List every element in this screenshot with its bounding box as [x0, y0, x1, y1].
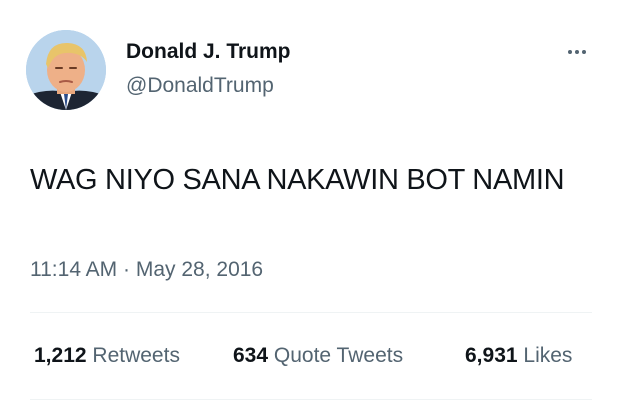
more-horizontal-icon[interactable] — [560, 38, 594, 66]
retweets-count: 1,212 — [34, 344, 87, 367]
divider — [30, 399, 592, 400]
tweet-date[interactable]: May 28, 2016 — [136, 258, 263, 281]
likes-stat[interactable]: 6,931 Likes — [465, 344, 572, 368]
more-dot — [582, 50, 586, 54]
likes-count: 6,931 — [465, 344, 518, 367]
tweet-time[interactable]: 11:14 AM — [30, 258, 117, 281]
quote-tweets-stat[interactable]: 634 Quote Tweets — [233, 344, 403, 368]
avatar[interactable] — [26, 30, 106, 110]
quote-tweets-count: 634 — [233, 344, 269, 367]
tweet-card: Donald J. Trump @DonaldTrump WAG NIYO SA… — [0, 0, 619, 403]
tweet-timestamp[interactable]: 11:14 AM · May 28, 2016 — [30, 258, 263, 282]
tweet-text: WAG NIYO SANA NAKAWIN BOT NAMIN — [30, 164, 565, 196]
likes-label: Likes — [523, 344, 573, 367]
timestamp-separator: · — [123, 258, 131, 281]
retweets-label: Retweets — [92, 344, 180, 367]
divider — [30, 312, 592, 313]
more-dot — [575, 50, 579, 54]
more-dot — [568, 50, 572, 54]
author-name[interactable]: Donald J. Trump — [126, 40, 291, 64]
quote-tweets-label: Quote Tweets — [273, 344, 404, 367]
author-handle[interactable]: @DonaldTrump — [126, 74, 274, 98]
profile-photo — [26, 30, 106, 110]
retweets-stat[interactable]: 1,212 Retweets — [34, 344, 180, 368]
